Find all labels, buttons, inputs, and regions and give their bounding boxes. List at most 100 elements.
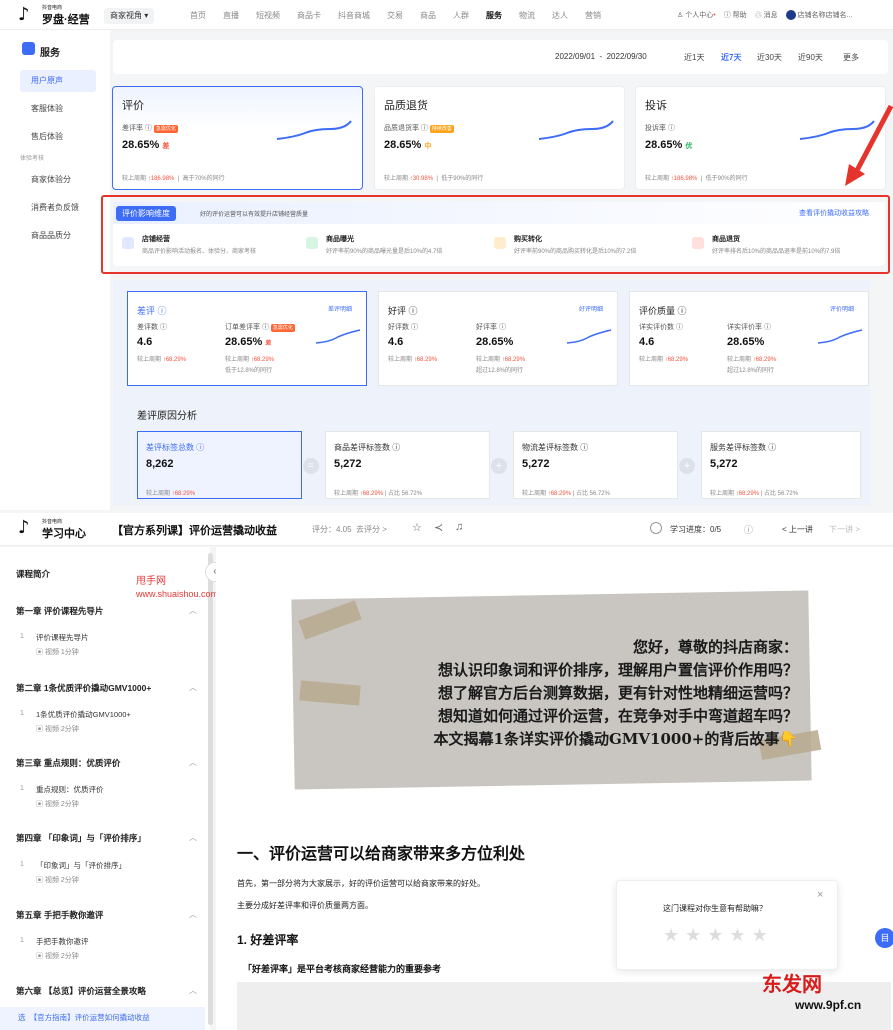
- sub-peer: 超过12.8%的同行: [727, 368, 775, 374]
- star-rating[interactable]: ★★★★★: [663, 925, 774, 946]
- sidebar-item-exp-score[interactable]: 商家体验分: [20, 169, 96, 191]
- sidebar-item-quality[interactable]: 商品品质分: [20, 225, 96, 247]
- perspective-dropdown[interactable]: 商家视角 ▾: [104, 8, 155, 24]
- sub-compare: 较上周期 ↑68.29%: [388, 357, 438, 363]
- site-watermark: 东发网: [762, 972, 822, 996]
- reason-value: 5,272: [522, 458, 550, 470]
- nav-item[interactable]: 抖音商城: [338, 10, 370, 21]
- sub-peer: 低于12.8%的同行: [225, 368, 273, 374]
- close-icon[interactable]: ×: [817, 889, 823, 901]
- chapter-title[interactable]: 第二章 1条优质评价撬动GMV1000+: [16, 682, 151, 694]
- nav-item[interactable]: 直播: [223, 10, 239, 21]
- chapter-title[interactable]: 第五章 手把手教你邀评: [16, 909, 103, 921]
- popup-question: 这门课程对你生意有帮助嘛？: [663, 904, 767, 913]
- sub-label: 好评数 ⓘ: [388, 324, 418, 331]
- banner-line: 您好，尊敬的抖店商家：: [632, 638, 798, 656]
- date-btn-more[interactable]: 更多: [843, 52, 859, 63]
- rate-link[interactable]: 去评分 >: [356, 525, 387, 534]
- help-link[interactable]: ⓘ 帮助: [724, 10, 747, 20]
- info-icon[interactable]: ⓘ: [744, 523, 753, 536]
- sub-card-link[interactable]: 评价明细: [830, 304, 854, 313]
- nav-item[interactable]: 首页: [190, 10, 206, 21]
- sub-value: 4.6: [639, 336, 655, 348]
- active-lesson[interactable]: 选 【官方指南】评价运营如何撬动收益: [18, 1012, 150, 1023]
- lesson-number: 1: [20, 937, 24, 944]
- metric-title: 品质退货: [384, 100, 428, 112]
- red-arrow-annotation: [845, 104, 893, 186]
- nav-item[interactable]: 物流: [519, 10, 535, 21]
- course-sidebar: [0, 547, 210, 1030]
- sub-card-link[interactable]: 差评明细: [328, 304, 352, 313]
- date-range[interactable]: 2022/09/01 - 2022/09/30: [555, 52, 647, 61]
- message-link[interactable]: ♲ 消息: [755, 10, 778, 20]
- chapter-title[interactable]: 第四章 「印象词」与「评价排序」: [16, 832, 146, 844]
- course-intro-link[interactable]: 课程简介: [16, 568, 50, 580]
- chevron-up-icon[interactable]: ︿: [189, 757, 197, 768]
- sub-card-title: 差评 ⓘ: [137, 306, 167, 316]
- lesson-number: 1: [20, 785, 24, 792]
- watermark-url: www.shuaishou.com: [136, 589, 219, 599]
- sidebar-item-user-voice[interactable]: 用户原声: [20, 70, 96, 92]
- chapter-title[interactable]: 第六章 【总览】评价运营全景攻略: [16, 985, 146, 997]
- date-btn-30d[interactable]: 近30天: [757, 52, 782, 63]
- bell-icon[interactable]: ♫: [455, 521, 463, 533]
- chevron-up-icon[interactable]: ︿: [189, 985, 197, 996]
- float-menu-button[interactable]: 目: [875, 928, 893, 948]
- nav-item[interactable]: 商品: [420, 10, 436, 21]
- personal-center-link[interactable]: ♙ 个人中心•: [677, 10, 716, 20]
- sub-compare: 较上周期 ↑68.29%: [727, 357, 777, 363]
- metric-card-return[interactable]: 品质退货 品质退货率 ⓘ 持续改善 28.65% 中 较上周期 ↑30.98% …: [374, 86, 625, 190]
- lesson-video: ▣ 视频 2分钟: [36, 801, 79, 808]
- nav-item[interactable]: 交易: [387, 10, 403, 21]
- lesson-item[interactable]: 手把手教你邀评: [36, 936, 89, 947]
- nav-item[interactable]: 商品卡: [297, 10, 321, 21]
- store-switcher[interactable]: 店铺名称店铺名...: [785, 10, 852, 21]
- equals-icon: =: [303, 458, 319, 474]
- reason-label: 商品差评标签数 ⓘ: [334, 443, 401, 452]
- reason-card-total[interactable]: 差评标签总数 ⓘ 8,262 较上周期 ↑68.29%: [137, 431, 302, 499]
- trend-sparkline: [817, 329, 863, 344]
- share-icon[interactable]: ≺: [434, 521, 443, 534]
- trend-sparkline: [538, 120, 614, 140]
- nav-item-active[interactable]: 服务: [486, 10, 502, 21]
- sidebar-item-neg-feedback[interactable]: 消费者负反馈: [20, 197, 96, 219]
- metric-card-review[interactable]: 评价 差评率 ⓘ 急需优化 28.65% 差 较上周期 ↑186.98% | 高…: [112, 86, 363, 190]
- date-btn-1d[interactable]: 近1天: [684, 52, 704, 63]
- reason-title: 差评原因分析: [137, 411, 197, 422]
- chevron-up-icon[interactable]: ︿: [189, 909, 197, 920]
- sidebar-item-cs[interactable]: 客服体验: [20, 98, 96, 120]
- logo-subtitle: 抖音电商: [42, 5, 63, 11]
- logo-title: 罗盘·经营: [42, 14, 90, 26]
- nav-item[interactable]: 短视频: [256, 10, 280, 21]
- article-heading: 一、评价运营可以给商家带来多方位利处: [237, 846, 526, 863]
- sub-card-quality[interactable]: 评价质量 ⓘ 评价明细 详实评价数 ⓘ 4.6 详实评价率 ⓘ 28.65% 较…: [629, 291, 869, 386]
- sub-card-good[interactable]: 好评 ⓘ 好评明细 好评数 ⓘ 4.6 好评率 ⓘ 28.65% 较上周期 ↑6…: [378, 291, 618, 386]
- favorite-icon[interactable]: ☆: [412, 521, 422, 534]
- sub-card-link[interactable]: 好评明细: [579, 304, 603, 313]
- nav-item[interactable]: 人群: [453, 10, 469, 21]
- reason-card-service[interactable]: 服务差评标签数 ⓘ 5,272 较上周期 ↑68.29% | 占比 56.72%: [701, 431, 861, 499]
- lesson-item[interactable]: 1条优质评价撬动GMV1000+: [36, 709, 131, 720]
- chevron-up-icon[interactable]: ︿: [189, 682, 197, 693]
- sidebar-item-aftersale[interactable]: 售后体验: [20, 126, 96, 148]
- lesson-video: ▣ 视频 2分钟: [36, 726, 79, 733]
- plus-icon: +: [491, 458, 507, 474]
- chevron-up-icon[interactable]: ︿: [189, 605, 197, 616]
- lesson-item[interactable]: 评价课程先导片: [36, 632, 89, 643]
- watermark-text: 甩手网: [136, 576, 166, 587]
- next-lesson-button[interactable]: 下一讲 >: [829, 524, 860, 535]
- nav-item[interactable]: 营销: [585, 10, 601, 21]
- reason-card-logistics[interactable]: 物流差评标签数 ⓘ 5,272 较上周期 ↑68.29% | 占比 56.72%: [513, 431, 678, 499]
- prev-lesson-button[interactable]: < 上一讲: [782, 524, 813, 535]
- lesson-item[interactable]: 「印象词」与「评价排序」: [36, 860, 126, 871]
- date-btn-7d[interactable]: 近7天: [721, 52, 741, 63]
- chapter-title[interactable]: 第一章 评价课程先导片: [16, 605, 103, 617]
- date-btn-90d[interactable]: 近90天: [798, 52, 823, 63]
- sub-card-bad[interactable]: 差评 ⓘ 差评明细 差评数 ⓘ 4.6 订单差评率 ⓘ 急需优化 28.65% …: [127, 291, 367, 386]
- sidebar-scrollbar[interactable]: [208, 553, 213, 1025]
- reason-card-product[interactable]: 商品差评标签数 ⓘ 5,272 较上周期 ↑68.29% | 占比 56.72%: [325, 431, 490, 499]
- chevron-up-icon[interactable]: ︿: [189, 832, 197, 843]
- chapter-title[interactable]: 第三章 重点规则：优质评价: [16, 757, 120, 769]
- lesson-item[interactable]: 重点规则：优质评价: [36, 784, 104, 795]
- nav-item[interactable]: 达人: [552, 10, 568, 21]
